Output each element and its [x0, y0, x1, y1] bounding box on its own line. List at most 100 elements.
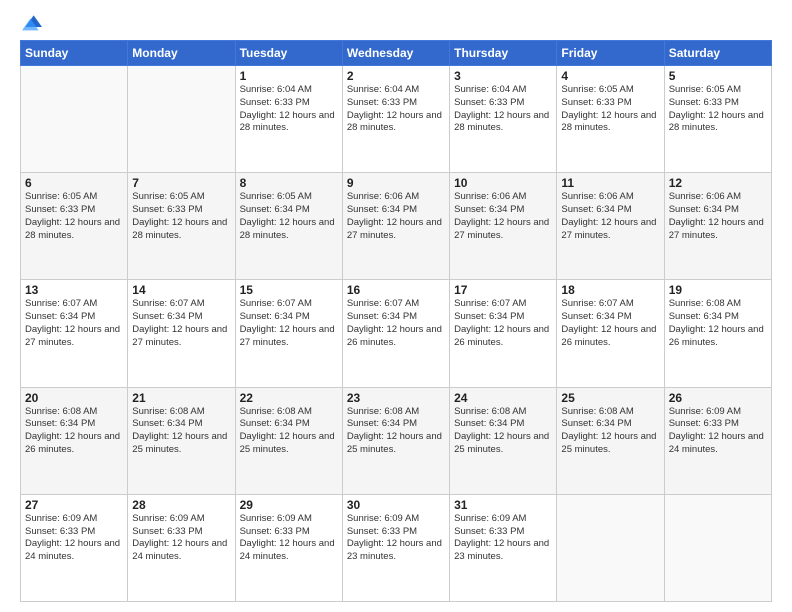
day-info: Sunrise: 6:08 AM Sunset: 6:34 PM Dayligh…: [347, 406, 445, 457]
day-number: 22: [240, 391, 338, 405]
calendar-cell: 5Sunrise: 6:05 AM Sunset: 6:33 PM Daylig…: [664, 66, 771, 173]
calendar-cell: 11Sunrise: 6:06 AM Sunset: 6:34 PM Dayli…: [557, 173, 664, 280]
day-number: 14: [132, 283, 230, 297]
calendar-cell: 7Sunrise: 6:05 AM Sunset: 6:33 PM Daylig…: [128, 173, 235, 280]
calendar-cell: 9Sunrise: 6:06 AM Sunset: 6:34 PM Daylig…: [342, 173, 449, 280]
day-number: 6: [25, 176, 123, 190]
calendar-header-wednesday: Wednesday: [342, 41, 449, 66]
calendar-header-saturday: Saturday: [664, 41, 771, 66]
calendar-cell: 3Sunrise: 6:04 AM Sunset: 6:33 PM Daylig…: [450, 66, 557, 173]
calendar-header-friday: Friday: [557, 41, 664, 66]
calendar-cell: [557, 494, 664, 601]
day-info: Sunrise: 6:06 AM Sunset: 6:34 PM Dayligh…: [561, 191, 659, 242]
calendar-cell: 8Sunrise: 6:05 AM Sunset: 6:34 PM Daylig…: [235, 173, 342, 280]
calendar-cell: 10Sunrise: 6:06 AM Sunset: 6:34 PM Dayli…: [450, 173, 557, 280]
day-number: 8: [240, 176, 338, 190]
day-info: Sunrise: 6:06 AM Sunset: 6:34 PM Dayligh…: [454, 191, 552, 242]
day-info: Sunrise: 6:05 AM Sunset: 6:33 PM Dayligh…: [561, 84, 659, 135]
day-number: 17: [454, 283, 552, 297]
calendar-cell: 20Sunrise: 6:08 AM Sunset: 6:34 PM Dayli…: [21, 387, 128, 494]
day-info: Sunrise: 6:07 AM Sunset: 6:34 PM Dayligh…: [25, 298, 123, 349]
day-number: 18: [561, 283, 659, 297]
calendar-cell: 29Sunrise: 6:09 AM Sunset: 6:33 PM Dayli…: [235, 494, 342, 601]
day-info: Sunrise: 6:09 AM Sunset: 6:33 PM Dayligh…: [669, 406, 767, 457]
calendar-header-monday: Monday: [128, 41, 235, 66]
calendar-cell: 17Sunrise: 6:07 AM Sunset: 6:34 PM Dayli…: [450, 280, 557, 387]
day-info: Sunrise: 6:04 AM Sunset: 6:33 PM Dayligh…: [347, 84, 445, 135]
day-number: 30: [347, 498, 445, 512]
day-number: 10: [454, 176, 552, 190]
day-info: Sunrise: 6:08 AM Sunset: 6:34 PM Dayligh…: [669, 298, 767, 349]
calendar-cell: 13Sunrise: 6:07 AM Sunset: 6:34 PM Dayli…: [21, 280, 128, 387]
calendar-cell: [664, 494, 771, 601]
calendar-header-thursday: Thursday: [450, 41, 557, 66]
day-info: Sunrise: 6:09 AM Sunset: 6:33 PM Dayligh…: [132, 513, 230, 564]
calendar-cell: 27Sunrise: 6:09 AM Sunset: 6:33 PM Dayli…: [21, 494, 128, 601]
day-number: 11: [561, 176, 659, 190]
calendar-cell: [21, 66, 128, 173]
day-info: Sunrise: 6:08 AM Sunset: 6:34 PM Dayligh…: [561, 406, 659, 457]
calendar-week-3: 20Sunrise: 6:08 AM Sunset: 6:34 PM Dayli…: [21, 387, 772, 494]
day-info: Sunrise: 6:09 AM Sunset: 6:33 PM Dayligh…: [25, 513, 123, 564]
day-info: Sunrise: 6:07 AM Sunset: 6:34 PM Dayligh…: [240, 298, 338, 349]
day-info: Sunrise: 6:04 AM Sunset: 6:33 PM Dayligh…: [454, 84, 552, 135]
calendar-header-tuesday: Tuesday: [235, 41, 342, 66]
day-number: 2: [347, 69, 445, 83]
day-number: 7: [132, 176, 230, 190]
day-number: 9: [347, 176, 445, 190]
day-info: Sunrise: 6:07 AM Sunset: 6:34 PM Dayligh…: [347, 298, 445, 349]
day-info: Sunrise: 6:05 AM Sunset: 6:33 PM Dayligh…: [669, 84, 767, 135]
day-number: 27: [25, 498, 123, 512]
calendar-cell: 4Sunrise: 6:05 AM Sunset: 6:33 PM Daylig…: [557, 66, 664, 173]
logo: [20, 16, 42, 32]
calendar-cell: 15Sunrise: 6:07 AM Sunset: 6:34 PM Dayli…: [235, 280, 342, 387]
calendar-cell: 26Sunrise: 6:09 AM Sunset: 6:33 PM Dayli…: [664, 387, 771, 494]
calendar-cell: 28Sunrise: 6:09 AM Sunset: 6:33 PM Dayli…: [128, 494, 235, 601]
day-number: 29: [240, 498, 338, 512]
calendar-body: 1Sunrise: 6:04 AM Sunset: 6:33 PM Daylig…: [21, 66, 772, 602]
day-info: Sunrise: 6:05 AM Sunset: 6:34 PM Dayligh…: [240, 191, 338, 242]
calendar-cell: 21Sunrise: 6:08 AM Sunset: 6:34 PM Dayli…: [128, 387, 235, 494]
day-number: 1: [240, 69, 338, 83]
calendar-cell: 23Sunrise: 6:08 AM Sunset: 6:34 PM Dayli…: [342, 387, 449, 494]
day-number: 13: [25, 283, 123, 297]
day-info: Sunrise: 6:08 AM Sunset: 6:34 PM Dayligh…: [240, 406, 338, 457]
calendar-cell: 12Sunrise: 6:06 AM Sunset: 6:34 PM Dayli…: [664, 173, 771, 280]
day-info: Sunrise: 6:08 AM Sunset: 6:34 PM Dayligh…: [454, 406, 552, 457]
day-info: Sunrise: 6:07 AM Sunset: 6:34 PM Dayligh…: [561, 298, 659, 349]
calendar-cell: 16Sunrise: 6:07 AM Sunset: 6:34 PM Dayli…: [342, 280, 449, 387]
day-info: Sunrise: 6:09 AM Sunset: 6:33 PM Dayligh…: [347, 513, 445, 564]
day-number: 25: [561, 391, 659, 405]
day-info: Sunrise: 6:04 AM Sunset: 6:33 PM Dayligh…: [240, 84, 338, 135]
day-info: Sunrise: 6:08 AM Sunset: 6:34 PM Dayligh…: [25, 406, 123, 457]
calendar-week-0: 1Sunrise: 6:04 AM Sunset: 6:33 PM Daylig…: [21, 66, 772, 173]
day-number: 28: [132, 498, 230, 512]
calendar-cell: 1Sunrise: 6:04 AM Sunset: 6:33 PM Daylig…: [235, 66, 342, 173]
day-info: Sunrise: 6:09 AM Sunset: 6:33 PM Dayligh…: [240, 513, 338, 564]
day-info: Sunrise: 6:06 AM Sunset: 6:34 PM Dayligh…: [347, 191, 445, 242]
day-info: Sunrise: 6:06 AM Sunset: 6:34 PM Dayligh…: [669, 191, 767, 242]
calendar-cell: 31Sunrise: 6:09 AM Sunset: 6:33 PM Dayli…: [450, 494, 557, 601]
calendar-cell: 6Sunrise: 6:05 AM Sunset: 6:33 PM Daylig…: [21, 173, 128, 280]
day-number: 26: [669, 391, 767, 405]
day-number: 21: [132, 391, 230, 405]
day-number: 23: [347, 391, 445, 405]
day-number: 16: [347, 283, 445, 297]
calendar-cell: 14Sunrise: 6:07 AM Sunset: 6:34 PM Dayli…: [128, 280, 235, 387]
calendar-cell: 19Sunrise: 6:08 AM Sunset: 6:34 PM Dayli…: [664, 280, 771, 387]
day-info: Sunrise: 6:07 AM Sunset: 6:34 PM Dayligh…: [132, 298, 230, 349]
calendar: SundayMondayTuesdayWednesdayThursdayFrid…: [20, 40, 772, 602]
calendar-week-1: 6Sunrise: 6:05 AM Sunset: 6:33 PM Daylig…: [21, 173, 772, 280]
day-number: 20: [25, 391, 123, 405]
calendar-cell: 24Sunrise: 6:08 AM Sunset: 6:34 PM Dayli…: [450, 387, 557, 494]
header: [20, 16, 772, 32]
day-info: Sunrise: 6:05 AM Sunset: 6:33 PM Dayligh…: [25, 191, 123, 242]
day-number: 24: [454, 391, 552, 405]
day-number: 31: [454, 498, 552, 512]
day-number: 5: [669, 69, 767, 83]
day-number: 4: [561, 69, 659, 83]
calendar-cell: 25Sunrise: 6:08 AM Sunset: 6:34 PM Dayli…: [557, 387, 664, 494]
logo-icon: [22, 12, 42, 32]
day-info: Sunrise: 6:08 AM Sunset: 6:34 PM Dayligh…: [132, 406, 230, 457]
calendar-cell: 18Sunrise: 6:07 AM Sunset: 6:34 PM Dayli…: [557, 280, 664, 387]
